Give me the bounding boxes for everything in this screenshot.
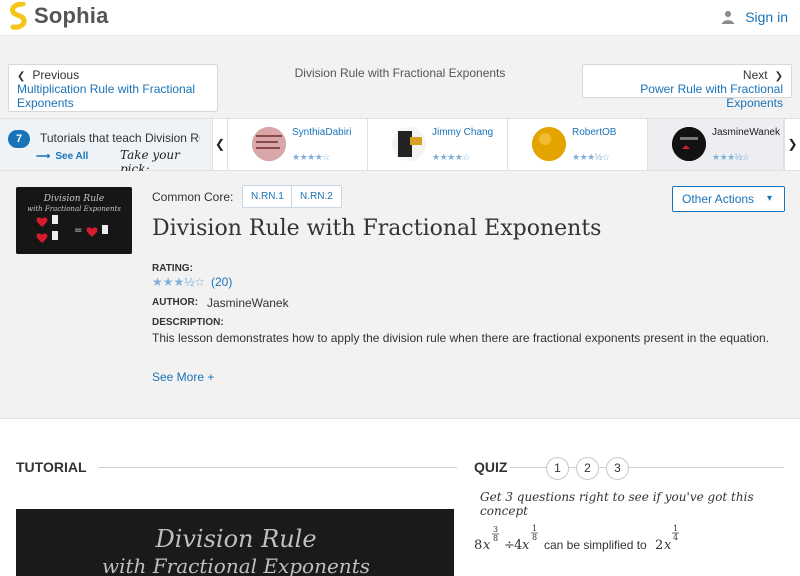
tutorial-card[interactable]: Jimmy Chang ★★★★☆ [368, 119, 508, 170]
standard-tag[interactable]: N.RN.2 [291, 185, 342, 208]
video-title-line1: Division Rule [154, 525, 316, 553]
arrow-right-icon: ⟶ [36, 151, 51, 162]
tutorial-thumbnail [252, 127, 286, 161]
sophia-logo-icon [10, 2, 27, 30]
common-core-label: Common Core: [152, 190, 234, 204]
divider [98, 467, 457, 468]
tutorial-author: RobertOB [572, 127, 617, 138]
lesson-description: This lesson demonstrates how to apply th… [152, 331, 770, 345]
author-name: JasmineWanek [207, 296, 289, 310]
quiz-heading: QUIZ [474, 459, 508, 475]
previous-lesson-button[interactable]: ❮ Previous Multiplication Rule with Fract… [8, 64, 218, 112]
tutorial-card[interactable]: RobertOB ★★★½☆ [508, 119, 648, 170]
svg-text:with Fractional Exponents: with Fractional Exponents [27, 205, 121, 213]
see-all-link[interactable]: ⟶ See All [36, 151, 88, 162]
tutorials-summary: 7 Tutorials that teach Division Rule wit… [0, 119, 212, 176]
svg-text:Division Rule: Division Rule [43, 194, 104, 204]
tutorials-teach-text: Tutorials that teach Division Rule with … [40, 131, 200, 145]
see-all-label: See All [55, 151, 89, 162]
rating-stars[interactable]: ★★★½☆ [152, 275, 205, 289]
tutorial-thumbnail [672, 127, 706, 161]
sign-in-link[interactable]: Sign in [721, 9, 788, 25]
quiz-prompt: Get 3 questions right to see if you've g… [480, 490, 754, 518]
tutorial-author: Jimmy Chang [432, 127, 494, 138]
chevron-right-icon: ❯ [774, 71, 783, 82]
svg-text:3: 3 [493, 525, 498, 534]
current-lesson-title: Division Rule with Fractional Exponents [294, 66, 506, 80]
person-icon [722, 11, 735, 24]
quiz-question: 8 x 3 8 ÷ 4 x 1 8 can be simplified to 2… [474, 523, 794, 557]
tutorial-rating-stars: ★★★½☆ [712, 152, 750, 162]
svg-text:=: = [74, 225, 82, 236]
svg-text:8: 8 [474, 538, 482, 553]
carousel-prev-button[interactable]: ❮ [212, 119, 228, 170]
tutorial-rating-stars: ★★★★☆ [432, 152, 470, 162]
tutorial-rating-stars: ★★★★☆ [292, 152, 330, 162]
next-label: Next [742, 68, 768, 82]
lesson-navigation: ❮ Previous Multiplication Rule with Fract… [0, 36, 800, 118]
svg-text:x: x [483, 538, 491, 553]
brand-name: Sophia [34, 3, 109, 28]
sign-in-label: Sign in [745, 9, 788, 25]
rating-label: RATING: [152, 263, 193, 274]
lesson-info: Division Rule with Fractional Exponents … [0, 171, 800, 419]
other-actions-label: Other Actions [682, 192, 755, 206]
quiz-question-1[interactable]: 1 [546, 457, 569, 480]
previous-label: Previous [32, 68, 80, 82]
svg-text:2: 2 [655, 538, 663, 553]
tutorial-card[interactable]: SynthiaDabiri ★★★★☆ [228, 119, 368, 170]
previous-lesson-link[interactable]: Multiplication Rule with Fractional Expo… [17, 82, 209, 110]
tutorial-picker-strip: 7 Tutorials that teach Division Rule wit… [0, 118, 800, 176]
video-title-line2: with Fractional Exponents [102, 554, 370, 576]
other-actions-dropdown[interactable]: Other Actions ▾ [672, 186, 785, 212]
rating-count-link[interactable]: (20) [211, 275, 232, 289]
quiz-question-3[interactable]: 3 [606, 457, 629, 480]
quiz-equation: 8 x 3 8 ÷ 4 x 1 8 can be simplified to 2… [474, 524, 679, 553]
quiz-question-2[interactable]: 2 [576, 457, 599, 480]
tutorial-author: SynthiaDabiri [292, 127, 352, 138]
chevron-left-icon: ❮ [214, 137, 226, 151]
svg-text:8: 8 [532, 533, 537, 542]
svg-text:x: x [522, 538, 530, 553]
lesson-thumbnail[interactable]: Division Rule with Fractional Exponents … [16, 187, 132, 254]
see-more-link[interactable]: See More + [152, 370, 214, 384]
chevron-right-icon: ❯ [787, 137, 798, 151]
svg-text:4: 4 [673, 533, 678, 542]
chevron-left-icon: ❮ [17, 71, 26, 82]
svg-text:8: 8 [493, 534, 498, 543]
page-title: Division Rule with Fractional Exponents [152, 216, 602, 241]
tutorial-heading: TUTORIAL [16, 459, 87, 475]
author-label: AUTHOR: [152, 297, 199, 308]
svg-text:1: 1 [673, 524, 678, 533]
standard-tag[interactable]: N.RN.1 [242, 185, 293, 208]
tutorial-thumbnail [532, 127, 566, 161]
quiz-question-text: can be simplified to [544, 538, 647, 552]
site-header: Sophia Sign in [0, 0, 800, 36]
next-lesson-button[interactable]: Next ❯ Power Rule with Fractional Exponen… [582, 64, 792, 110]
svg-text:x: x [664, 538, 672, 553]
description-label: DESCRIPTION: [152, 317, 224, 328]
tutorial-video-player[interactable]: Division Rule with Fractional Exponents [16, 509, 454, 576]
next-lesson-link[interactable]: Power Rule with Fractional Exponents [591, 82, 783, 110]
carousel-next-button[interactable]: ❯ [784, 119, 800, 170]
tutorial-thumbnail [392, 127, 426, 161]
tutorial-card-selected[interactable]: JasmineWanek ★★★½☆ [648, 119, 784, 170]
chevron-down-icon: ▾ [766, 193, 772, 204]
sophia-logo[interactable]: Sophia [9, 2, 109, 30]
tutorial-rating-stars: ★★★½☆ [572, 152, 610, 162]
tutorial-author: JasmineWanek [712, 127, 780, 138]
svg-text:1: 1 [532, 524, 537, 533]
tutorial-count-badge: 7 [8, 130, 30, 148]
